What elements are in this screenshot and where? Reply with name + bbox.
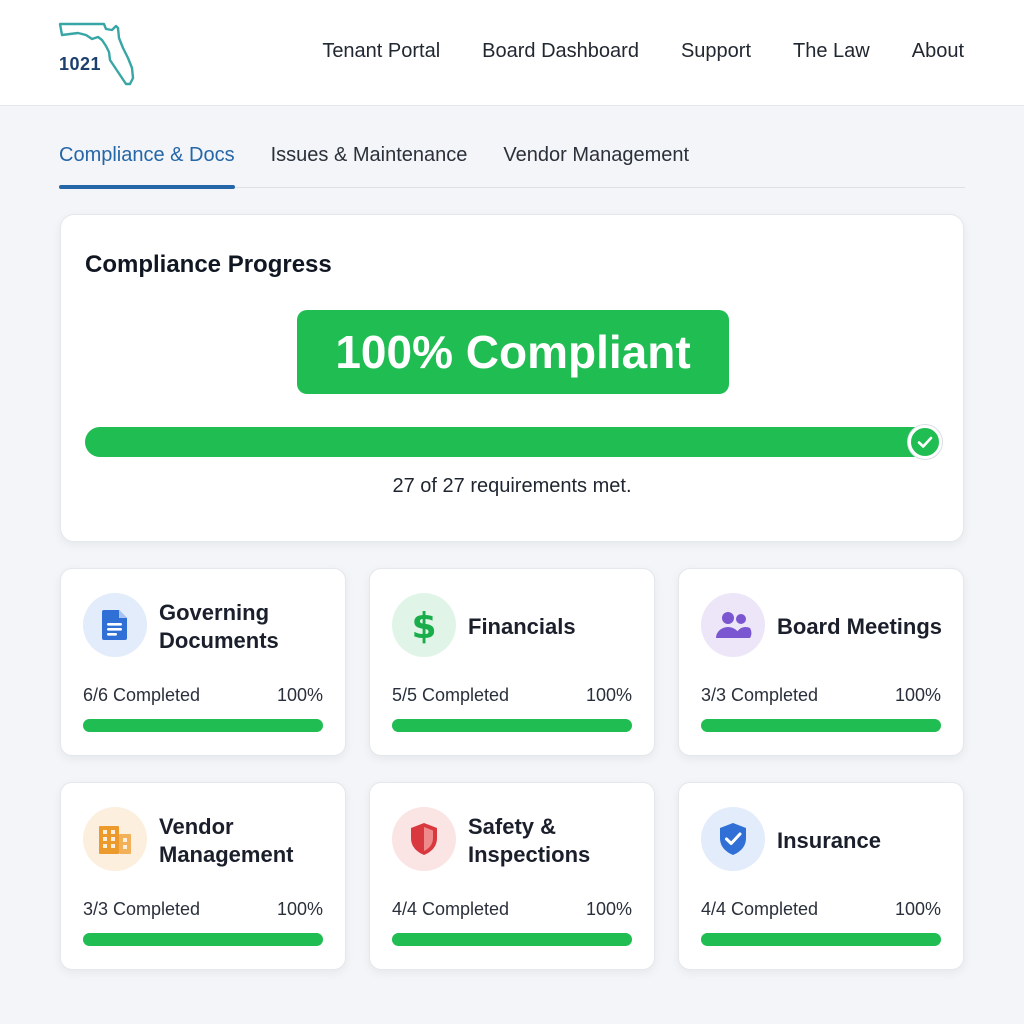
compliance-badge: 100% Compliant	[297, 310, 729, 394]
card-title: Financials	[468, 614, 576, 639]
card-percent: 100%	[585, 899, 632, 919]
card-progress-bar	[701, 933, 941, 946]
card-progress-fill	[83, 719, 323, 732]
card-status: 3/3 Completed	[701, 685, 819, 705]
category-card-governing-documents[interactable]: Governing Documents 6/6 Completed 100%	[60, 568, 346, 756]
category-card-vendor-management[interactable]: Vendor Management 3/3 Completed 100%	[60, 782, 346, 970]
card-status: 4/4 Completed	[392, 899, 510, 919]
card-progress-fill	[83, 933, 323, 946]
dollar-icon: $	[392, 593, 456, 657]
card-title: Vendor Management	[159, 814, 294, 867]
card-percent: 100%	[894, 685, 941, 705]
category-card-board-meetings[interactable]: Board Meetings 3/3 Completed 100%	[678, 568, 964, 756]
nav-tenant-portal[interactable]: Tenant Portal	[322, 40, 440, 63]
document-icon	[83, 593, 147, 657]
card-status: 4/4 Completed	[701, 899, 819, 919]
card-progress-bar	[392, 719, 632, 732]
checkmark-icon	[908, 425, 942, 459]
nav-support[interactable]: Support	[681, 40, 751, 63]
card-title: Insurance	[777, 828, 881, 853]
nav-board-dashboard[interactable]: Board Dashboard	[482, 40, 639, 63]
category-card-financials[interactable]: $ Financials 5/5 Completed 100%	[369, 568, 655, 756]
card-percent: 100%	[276, 899, 323, 919]
card-status: 5/5 Completed	[392, 685, 510, 705]
card-percent: 100%	[276, 685, 323, 705]
logo-text: 1021	[59, 54, 102, 74]
card-title: Board Meetings	[777, 614, 943, 639]
card-percent: 100%	[894, 899, 941, 919]
card-status: 3/3 Completed	[83, 899, 201, 919]
card-title: Safety & Inspections	[468, 814, 591, 867]
card-progress-bar	[83, 719, 323, 732]
overall-progress-bar	[85, 425, 942, 459]
nav-about[interactable]: About	[912, 40, 964, 63]
nav-the-law[interactable]: The Law	[793, 40, 870, 63]
card-progress-fill	[701, 719, 941, 732]
tab-vendor-management[interactable]: Vendor Management	[503, 140, 689, 188]
tab-issues-maintenance[interactable]: Issues & Maintenance	[271, 140, 468, 188]
card-progress-bar	[83, 933, 323, 946]
main-nav: Tenant Portal Board Dashboard Support Th…	[322, 40, 964, 63]
progress-title: Compliance Progress	[85, 251, 332, 278]
card-progress-bar	[392, 933, 632, 946]
progress-caption: 27 of 27 requirements met.	[392, 475, 632, 497]
category-card-safety-inspections[interactable]: Safety & Inspections 4/4 Completed 100%	[369, 782, 655, 970]
card-progress-fill	[392, 933, 632, 946]
category-grid: Governing Documents 6/6 Completed 100% $…	[60, 568, 964, 970]
svg-text:$: $	[411, 606, 436, 645]
category-card-insurance[interactable]: Insurance 4/4 Completed 100%	[678, 782, 964, 970]
overall-progress-fill	[85, 427, 941, 457]
card-title: Governing Documents	[159, 600, 279, 653]
card-progress-bar	[701, 719, 941, 732]
section-tabs: Compliance & Docs Issues & Maintenance V…	[59, 140, 965, 189]
card-progress-fill	[392, 719, 632, 732]
card-percent: 100%	[585, 685, 632, 705]
building-icon	[83, 807, 147, 871]
card-status: 6/6 Completed	[83, 685, 201, 705]
compliance-progress-card: Compliance Progress 100% Compliant 27 of…	[60, 214, 964, 542]
shield-icon	[392, 807, 456, 871]
top-header: 1021 Tenant Portal Board Dashboard Suppo…	[0, 0, 1024, 106]
shield-check-icon	[701, 807, 765, 871]
card-progress-fill	[701, 933, 941, 946]
people-icon	[701, 593, 765, 657]
tab-compliance-docs[interactable]: Compliance & Docs	[59, 140, 235, 189]
logo[interactable]: 1021	[56, 20, 136, 88]
